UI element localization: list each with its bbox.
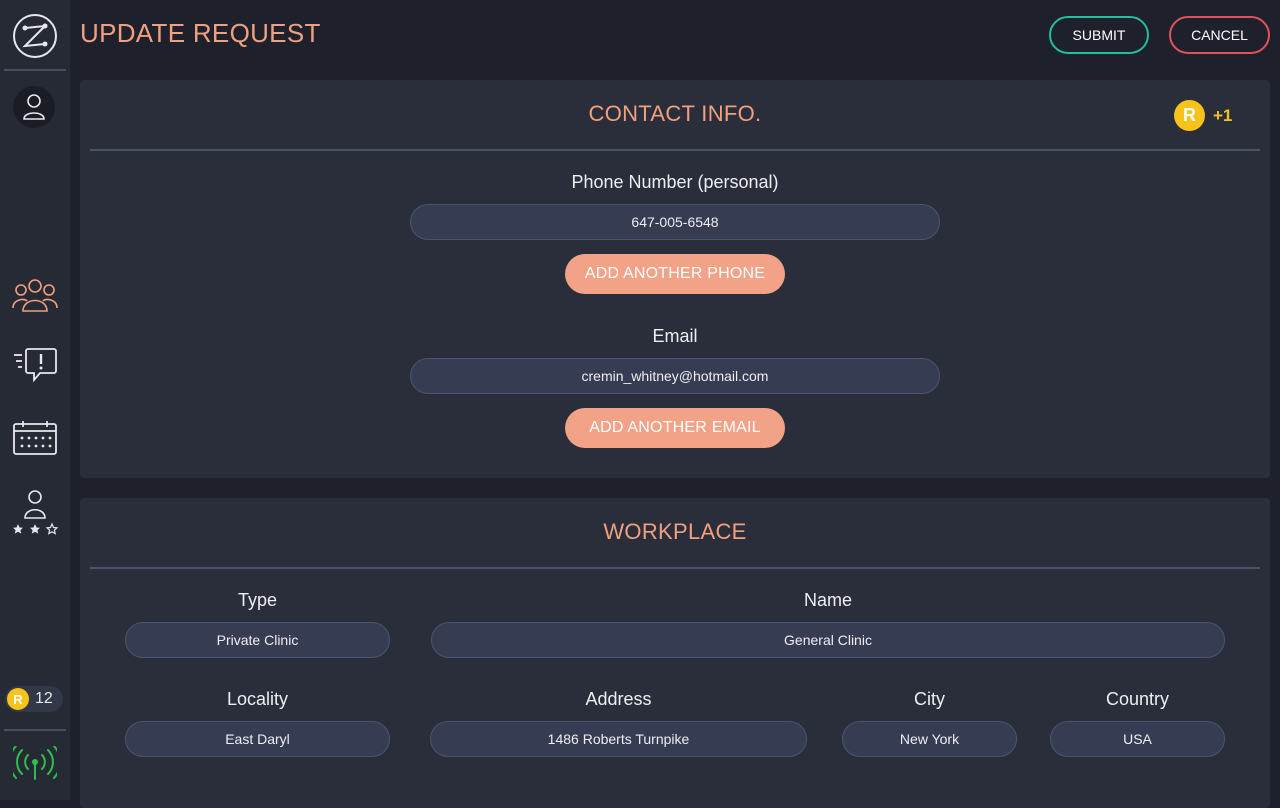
workplace-title: WORKPLACE — [603, 519, 747, 544]
address-label: Address — [585, 689, 652, 709]
name-input[interactable] — [431, 622, 1225, 658]
type-label: Type — [237, 590, 278, 610]
rated-user-icon[interactable] — [11, 490, 59, 538]
locality-input[interactable] — [125, 721, 390, 757]
locality-label: Locality — [226, 689, 289, 709]
page-title: UPDATE REQUEST — [80, 18, 321, 48]
section-divider — [90, 567, 1260, 569]
reward-points: +1 — [1213, 105, 1233, 125]
logo-icon[interactable] — [11, 12, 59, 60]
add-another-email-button[interactable]: ADD ANOTHER EMAIL — [565, 408, 785, 448]
country-label: Country — [1105, 689, 1170, 709]
coin-icon: R — [1174, 100, 1205, 131]
coin-balance-badge: R 12 — [5, 686, 63, 712]
reward-badge: R +1 — [1174, 100, 1232, 131]
city-input[interactable] — [842, 721, 1017, 757]
email-label: Email — [652, 326, 698, 346]
section-divider — [90, 149, 1260, 151]
add-another-phone-button[interactable]: ADD ANOTHER PHONE — [565, 254, 785, 294]
email-input[interactable] — [410, 358, 940, 394]
calendar-icon[interactable] — [11, 418, 59, 458]
cancel-button[interactable]: CANCEL — [1169, 16, 1270, 54]
sidebar-divider — [4, 69, 66, 71]
submit-button[interactable]: SUBMIT — [1049, 16, 1149, 54]
type-input[interactable] — [125, 622, 390, 658]
sidebar-divider — [4, 729, 66, 731]
header: UPDATE REQUEST SUBMIT CANCEL — [70, 0, 1280, 70]
coin-icon: R — [7, 688, 29, 710]
country-input[interactable] — [1050, 721, 1225, 757]
people-group-icon[interactable] — [11, 275, 59, 315]
name-label: Name — [803, 590, 852, 610]
address-input[interactable] — [430, 721, 807, 757]
workplace-card: WORKPLACE Type Name Locality Address Cit… — [80, 498, 1270, 808]
coin-balance: 12 — [35, 690, 53, 707]
alert-message-icon[interactable] — [11, 345, 59, 385]
phone-label: Phone Number (personal) — [571, 172, 779, 192]
user-icon[interactable] — [13, 86, 55, 128]
city-label: City — [914, 689, 945, 709]
signal-antenna-icon[interactable] — [11, 744, 59, 784]
contact-info-title: CONTACT INFO. — [588, 101, 762, 126]
phone-input[interactable] — [410, 204, 940, 240]
contact-info-card: CONTACT INFO. R +1 Phone Number (persona… — [80, 80, 1270, 478]
sidebar: R 12 — [0, 0, 70, 800]
